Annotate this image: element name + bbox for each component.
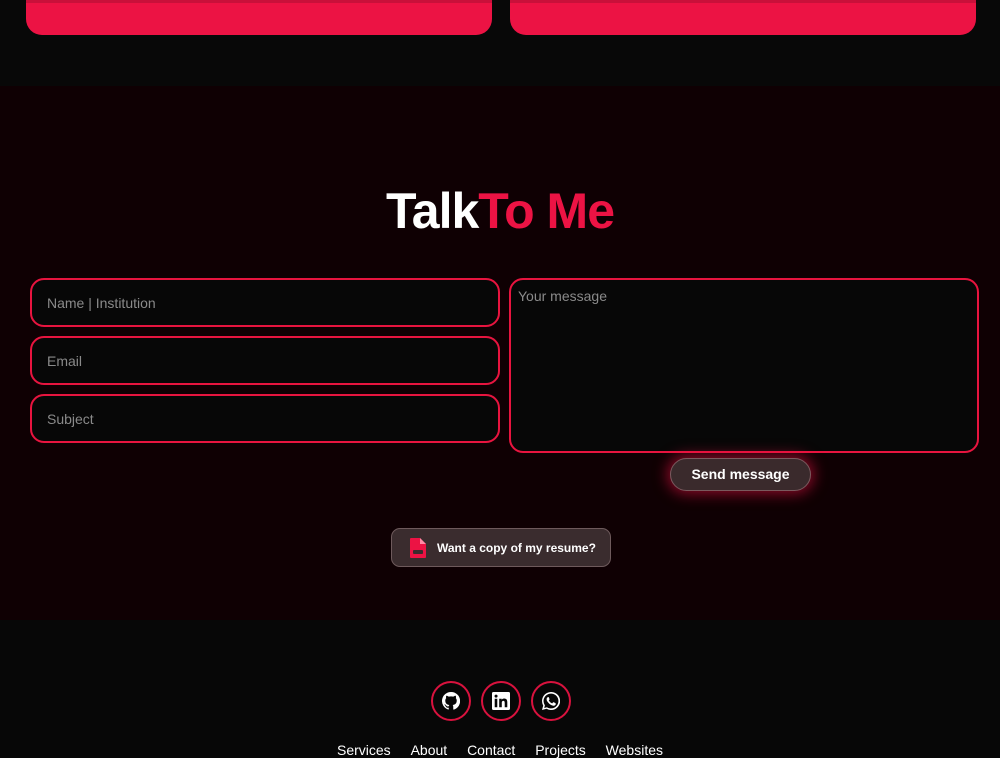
services-section-bottom xyxy=(0,0,1000,86)
message-field[interactable] xyxy=(509,278,979,453)
linkedin-link[interactable] xyxy=(481,681,521,721)
whatsapp-link[interactable] xyxy=(531,681,571,721)
contact-title: TalkTo Me xyxy=(385,183,615,239)
send-message-button[interactable]: Send message xyxy=(670,458,811,491)
github-icon xyxy=(442,692,460,710)
github-link[interactable] xyxy=(431,681,471,721)
whatsapp-icon xyxy=(542,692,560,710)
email-field[interactable] xyxy=(30,336,500,385)
footer-link-services[interactable]: Services xyxy=(337,742,391,758)
footer-link-about[interactable]: About xyxy=(411,742,448,758)
resume-label: Want a copy of my resume? xyxy=(437,541,596,555)
service-card xyxy=(510,0,976,35)
footer-link-websites[interactable]: Websites xyxy=(606,742,663,758)
footer-nav: Services About Contact Projects Websites xyxy=(0,742,1000,758)
name-field[interactable] xyxy=(30,278,500,327)
service-card xyxy=(26,0,492,35)
contact-section: TalkTo Me Send message Want a copy of my… xyxy=(0,86,1000,620)
linkedin-icon xyxy=(492,692,510,710)
resume-download-button[interactable]: Want a copy of my resume? xyxy=(391,528,611,567)
footer-link-contact[interactable]: Contact xyxy=(467,742,515,758)
footer: Services About Contact Projects Websites xyxy=(0,620,1000,758)
subject-field[interactable] xyxy=(30,394,500,443)
pdf-file-icon xyxy=(410,538,426,558)
footer-link-projects[interactable]: Projects xyxy=(535,742,586,758)
